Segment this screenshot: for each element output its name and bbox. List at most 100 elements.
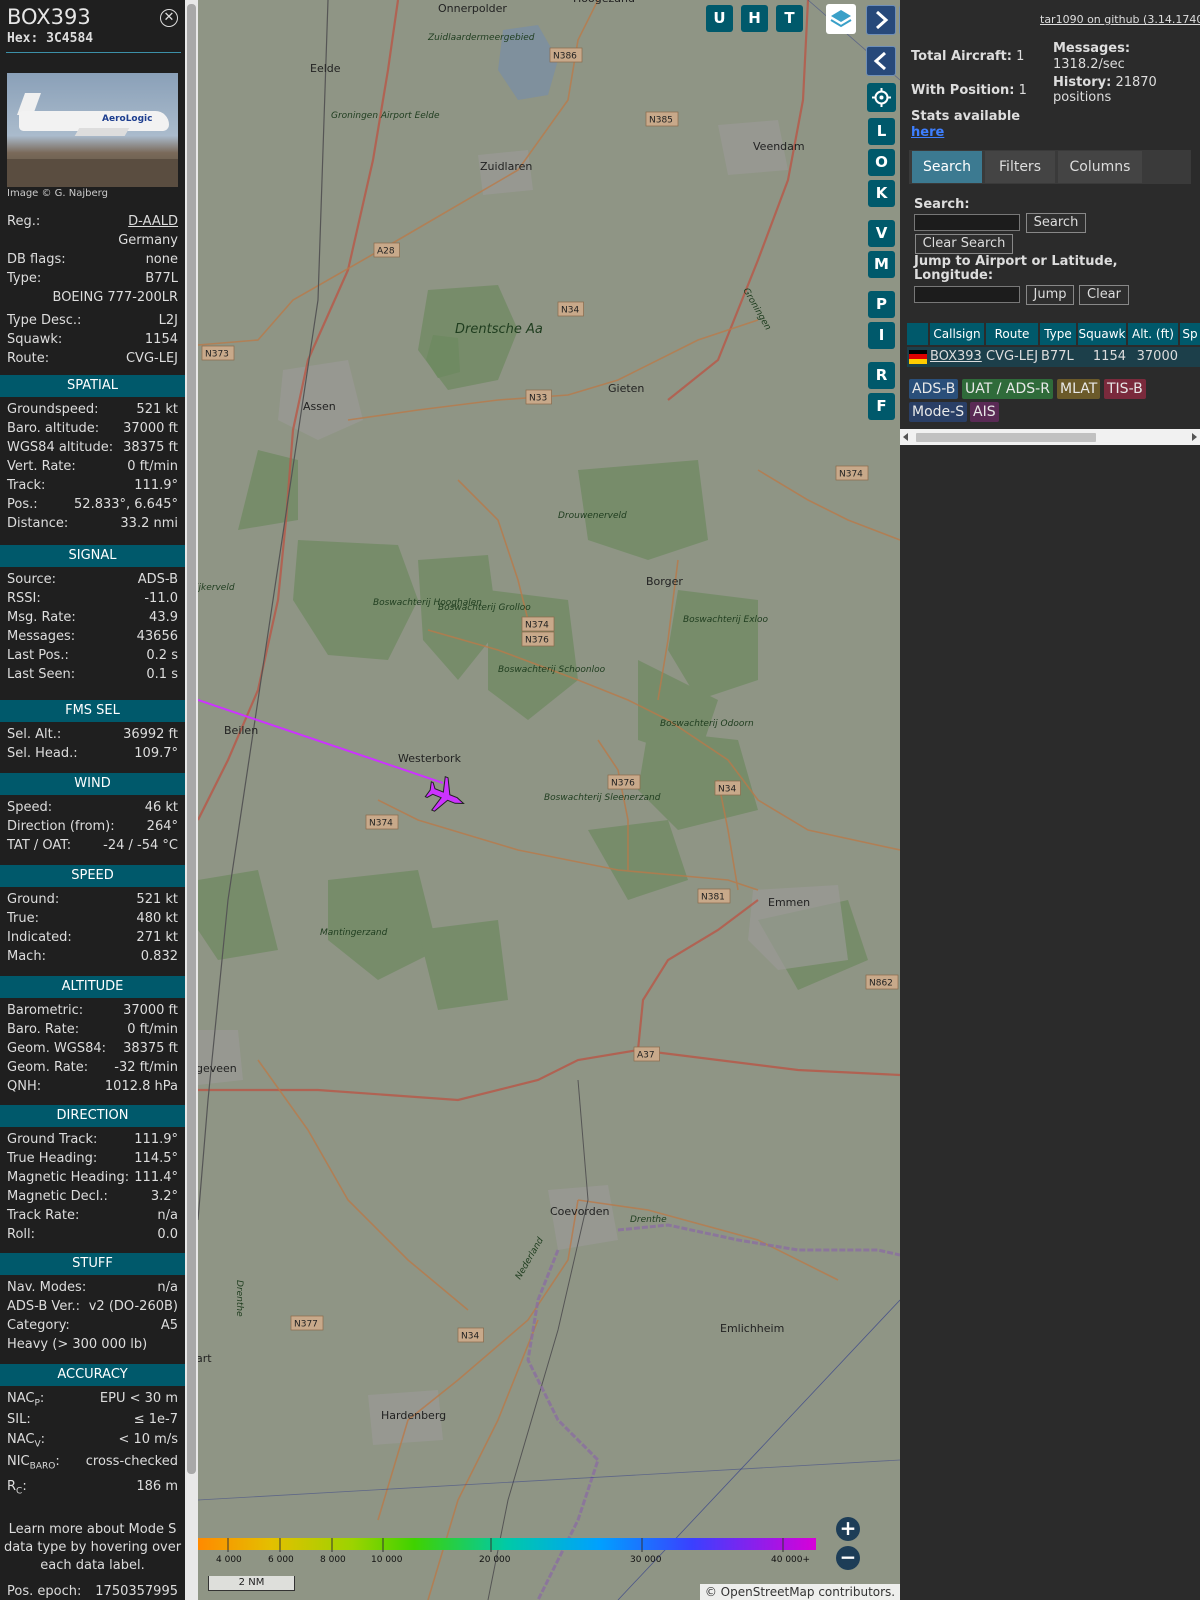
col-header-callsign[interactable]: Callsign	[930, 323, 984, 345]
detail-label: Last Pos.:	[7, 648, 69, 663]
search-input[interactable]	[914, 214, 1020, 231]
col-header-squawk[interactable]: Squawk	[1078, 323, 1126, 345]
clear-search-button[interactable]: Clear Search	[915, 234, 1013, 254]
map-place-label: Assen	[303, 400, 336, 413]
spatial-row: Distance: 33.2 nmi	[7, 516, 178, 534]
stat-label: With Position:	[911, 83, 1015, 98]
accuracy-nacp: NACP: EPU < 30 m	[7, 1391, 178, 1409]
zoom-out-button[interactable]: −	[836, 1546, 860, 1570]
road-shield: N381	[697, 888, 731, 904]
button-k[interactable]: K	[868, 180, 895, 207]
registration-link[interactable]: D-AALD	[128, 214, 178, 229]
detail-label: Track Rate:	[7, 1208, 80, 1223]
button-m[interactable]: M	[868, 251, 895, 278]
button-f[interactable]: F	[868, 393, 895, 420]
section-header-fms[interactable]: FMS SEL	[0, 700, 185, 722]
svg-text:N385: N385	[649, 116, 673, 126]
expand-sidebar-button[interactable]	[866, 5, 896, 35]
detail-value: 36992 ft	[123, 727, 178, 742]
search-button[interactable]: Search	[1026, 213, 1086, 233]
button-u[interactable]: U	[706, 5, 733, 32]
button-v[interactable]: V	[868, 220, 895, 247]
aircraft-photo[interactable]: AeroLogic	[7, 73, 178, 187]
chevron-left-icon	[873, 51, 886, 71]
table-horizontal-scrollbar[interactable]	[900, 429, 1200, 445]
close-icon[interactable]: ✕	[160, 9, 178, 27]
detail-label: Reg.:	[7, 214, 41, 229]
clear-button[interactable]: Clear	[1079, 285, 1129, 305]
section-header-spatial[interactable]: SPATIAL	[0, 375, 185, 397]
detail-value: v2 (DO-260B)	[88, 1299, 178, 1314]
stats-link[interactable]: here	[911, 125, 944, 140]
signal-row: Last Pos.: 0.2 s	[7, 648, 178, 666]
detail-value: 52.833°, 6.645°	[74, 497, 178, 512]
jump-button[interactable]: Jump	[1026, 285, 1074, 305]
detail-value: 114.5°	[134, 1151, 178, 1166]
road-shield: A28	[373, 242, 400, 258]
collapse-sidebar-button[interactable]	[866, 46, 896, 76]
section-header-wind[interactable]: WIND	[0, 773, 185, 795]
detail-value: ≤ 1e-7	[133, 1412, 178, 1427]
tab-filters[interactable]: Filters	[985, 151, 1055, 183]
altitude-color-scale	[198, 1538, 816, 1550]
info-panel-scrollbar[interactable]	[185, 0, 198, 1600]
col-header-flag[interactable]	[907, 323, 928, 345]
source-chip[interactable]: UAT / ADS-R	[962, 379, 1053, 399]
detail-label: Type:	[7, 271, 42, 286]
altitude-row: Baro. Rate: 0 ft/min	[7, 1022, 178, 1040]
layers-button[interactable]	[826, 4, 856, 34]
zoom-in-button[interactable]: +	[836, 1517, 860, 1541]
jump-input[interactable]	[914, 286, 1020, 303]
button-i[interactable]: I	[868, 322, 895, 349]
footer-note: Learn more about Mode S data type by hov…	[3, 1522, 182, 1573]
button-l[interactable]: L	[868, 118, 895, 145]
section-header-speed[interactable]: SPEED	[0, 865, 185, 887]
section-header-stuff[interactable]: STUFF	[0, 1253, 185, 1275]
source-chip[interactable]: TIS-B	[1104, 379, 1146, 399]
source-chip[interactable]: ADS-B	[909, 379, 959, 399]
detail-value: -11.0	[144, 591, 178, 606]
map-place-label: Drenthe	[234, 1280, 244, 1317]
col-header-speed[interactable]: Sp	[1180, 323, 1200, 345]
col-header-type[interactable]: Type	[1040, 323, 1076, 345]
map-canvas[interactable]: Onnerpolder Hoogezand Zuidlaardermeergebie…	[198, 0, 900, 1600]
section-header-altitude[interactable]: ALTITUDE	[0, 976, 185, 998]
button-r[interactable]: R	[868, 362, 895, 389]
source-chip[interactable]: MLAT	[1057, 379, 1101, 399]
altitude-row: Geom. Rate: -32 ft/min	[7, 1060, 178, 1078]
scrollbar-thumb[interactable]	[916, 433, 1096, 442]
detail-label: SIL:	[7, 1412, 31, 1427]
source-chip[interactable]: AIS	[970, 402, 999, 422]
detail-value: 0.832	[140, 949, 178, 964]
github-link[interactable]: tar1090 on github (3.14.1740)	[1040, 13, 1200, 26]
road-shield: N34	[714, 780, 741, 796]
button-o[interactable]: O	[868, 149, 895, 176]
section-header-signal[interactable]: SIGNAL	[0, 545, 185, 567]
row-callsign[interactable]: BOX393	[930, 347, 982, 367]
speed-row: True: 480 kt	[7, 911, 178, 929]
tab-columns[interactable]: Columns	[1058, 151, 1142, 183]
map-place-label: Emmen	[768, 896, 810, 909]
altitude-row: Barometric: 37000 ft	[7, 1003, 178, 1021]
direction-row: Magnetic Decl.: 3.2°	[7, 1189, 178, 1207]
col-header-route[interactable]: Route	[986, 323, 1038, 345]
svg-text:N374: N374	[369, 819, 393, 829]
col-header-altitude[interactable]: Alt. (ft)	[1128, 323, 1178, 345]
section-header-accuracy[interactable]: ACCURACY	[0, 1364, 185, 1386]
scrollbar-thumb[interactable]	[187, 4, 196, 1474]
svg-text:N377: N377	[294, 1320, 318, 1330]
tab-search[interactable]: Search	[912, 151, 982, 183]
osm-credit[interactable]: © OpenStreetMap contributors.	[700, 1584, 900, 1600]
settings-button[interactable]	[867, 83, 896, 112]
map-place-label: Onnerpolder	[438, 2, 507, 15]
map-view[interactable]: Onnerpolder Hoogezand Zuidlaardermeergebie…	[198, 0, 900, 1600]
source-chip[interactable]: Mode-S	[909, 402, 968, 422]
map-place-label: Zuidlaren	[480, 160, 532, 173]
button-h[interactable]: H	[741, 5, 768, 32]
detail-label: Msg. Rate:	[7, 610, 76, 625]
direction-row: Roll: 0.0	[7, 1227, 178, 1245]
button-t[interactable]: T	[776, 5, 803, 32]
photo-livery-text: AeroLogic	[102, 114, 153, 124]
section-header-direction[interactable]: DIRECTION	[0, 1105, 185, 1127]
button-p[interactable]: P	[868, 291, 895, 318]
